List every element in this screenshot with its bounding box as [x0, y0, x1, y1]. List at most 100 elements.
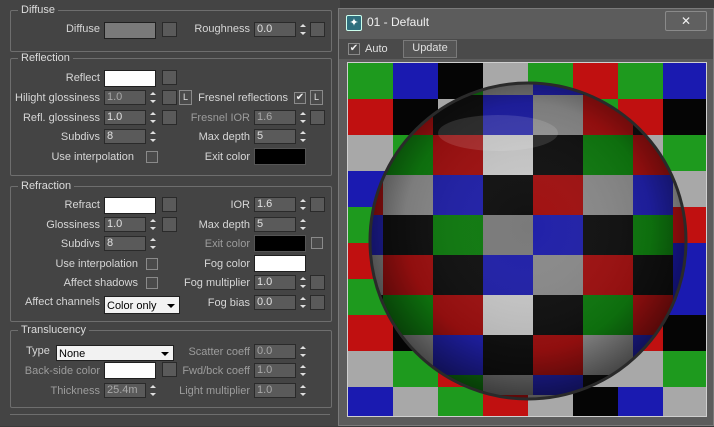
- glossiness-spinner[interactable]: 1.0: [104, 217, 157, 232]
- spinner-down-icon[interactable]: [149, 226, 156, 230]
- spinner-up-icon[interactable]: [299, 199, 306, 203]
- spinner-down-icon[interactable]: [299, 284, 306, 288]
- refract-color-swatch[interactable]: [104, 197, 156, 214]
- spinner-down-icon[interactable]: [149, 99, 156, 103]
- fresnel-ior-map-button[interactable]: [310, 110, 325, 125]
- spinner-arrows[interactable]: [298, 129, 307, 144]
- spinner-up-icon[interactable]: [149, 112, 156, 116]
- spinner-down-icon[interactable]: [299, 353, 306, 357]
- fog-color-swatch[interactable]: [254, 255, 306, 272]
- fresnel-lock-button[interactable]: L: [310, 90, 323, 105]
- spinner-up-icon[interactable]: [299, 297, 306, 301]
- refract-map-button[interactable]: [162, 197, 177, 212]
- refraction-use-interpolation-checkbox[interactable]: [146, 258, 158, 270]
- fresnel-ior-value[interactable]: 1.6: [254, 110, 296, 125]
- spinner-down-icon[interactable]: [299, 206, 306, 210]
- spinner-arrows[interactable]: [298, 110, 307, 125]
- hilight-glossiness-spinner[interactable]: 1.0: [104, 90, 157, 105]
- fog-bias-spinner[interactable]: 0.0: [254, 295, 307, 310]
- scatter-coeff-spinner[interactable]: 0.0: [254, 344, 307, 359]
- spinner-down-icon[interactable]: [149, 138, 156, 142]
- reflection-subdivs-value[interactable]: 8: [104, 129, 146, 144]
- spinner-arrows[interactable]: [298, 275, 307, 290]
- spinner-arrows[interactable]: [298, 363, 307, 378]
- refraction-max-depth-spinner[interactable]: 5: [254, 217, 307, 232]
- spinner-up-icon[interactable]: [299, 131, 306, 135]
- spinner-up-icon[interactable]: [149, 131, 156, 135]
- spinner-arrows[interactable]: [298, 344, 307, 359]
- preview-title-bar[interactable]: ✦ 01 - Default ✕: [339, 9, 713, 35]
- fog-bias-map-button[interactable]: [310, 295, 325, 310]
- spinner-up-icon[interactable]: [299, 112, 306, 116]
- spinner-down-icon[interactable]: [149, 392, 156, 396]
- spinner-down-icon[interactable]: [299, 392, 306, 396]
- ior-map-button[interactable]: [310, 197, 325, 212]
- spinner-down-icon[interactable]: [299, 372, 306, 376]
- spinner-down-icon[interactable]: [149, 245, 156, 249]
- spinner-up-icon[interactable]: [299, 365, 306, 369]
- refraction-subdivs-value[interactable]: 8: [104, 236, 146, 251]
- refraction-exit-color-swatch[interactable]: [254, 235, 306, 252]
- spinner-arrows[interactable]: [148, 90, 157, 105]
- reflection-max-depth-value[interactable]: 5: [254, 129, 296, 144]
- fresnel-ior-spinner[interactable]: 1.6: [254, 110, 307, 125]
- spinner-up-icon[interactable]: [299, 219, 306, 223]
- update-button[interactable]: Update: [403, 40, 457, 58]
- close-icon[interactable]: ✕: [681, 14, 691, 28]
- light-multiplier-value[interactable]: 1.0: [254, 383, 296, 398]
- reflection-max-depth-spinner[interactable]: 5: [254, 129, 307, 144]
- spinner-up-icon[interactable]: [299, 24, 306, 28]
- ior-value[interactable]: 1.6: [254, 197, 296, 212]
- spinner-arrows[interactable]: [298, 295, 307, 310]
- affect-channels-dropdown[interactable]: Color only: [104, 296, 180, 314]
- spinner-arrows[interactable]: [298, 217, 307, 232]
- roughness-spinner[interactable]: 0.0: [254, 22, 307, 37]
- spinner-down-icon[interactable]: [299, 119, 306, 123]
- spinner-down-icon[interactable]: [149, 119, 156, 123]
- fog-multiplier-map-button[interactable]: [310, 275, 325, 290]
- affect-shadows-checkbox[interactable]: [146, 277, 158, 289]
- refl-glossiness-map-button[interactable]: [162, 110, 177, 125]
- reflection-use-interpolation-checkbox[interactable]: [146, 151, 158, 163]
- spinner-up-icon[interactable]: [299, 385, 306, 389]
- spinner-arrows[interactable]: [298, 22, 307, 37]
- translucency-type-dropdown[interactable]: None: [56, 345, 174, 361]
- close-button[interactable]: ✕: [665, 11, 707, 31]
- auto-checkbox[interactable]: ✔: [348, 43, 360, 55]
- refl-glossiness-value[interactable]: 1.0: [104, 110, 146, 125]
- light-multiplier-spinner[interactable]: 1.0: [254, 383, 307, 398]
- spinner-down-icon[interactable]: [299, 138, 306, 142]
- fog-multiplier-value[interactable]: 1.0: [254, 275, 296, 290]
- glossiness-value[interactable]: 1.0: [104, 217, 146, 232]
- fog-bias-value[interactable]: 0.0: [254, 295, 296, 310]
- diffuse-color-swatch[interactable]: [104, 22, 156, 39]
- spinner-down-icon[interactable]: [299, 226, 306, 230]
- reflection-exit-color-swatch[interactable]: [254, 148, 306, 165]
- fwd-bck-coeff-value[interactable]: 1.0: [254, 363, 296, 378]
- spinner-up-icon[interactable]: [149, 92, 156, 96]
- reflect-map-button[interactable]: [162, 70, 177, 85]
- spinner-arrows[interactable]: [148, 129, 157, 144]
- spinner-arrows[interactable]: [148, 236, 157, 251]
- spinner-up-icon[interactable]: [299, 277, 306, 281]
- refl-glossiness-spinner[interactable]: 1.0: [104, 110, 157, 125]
- hilight-glossiness-map-button[interactable]: [162, 90, 177, 105]
- spinner-arrows[interactable]: [298, 383, 307, 398]
- hilight-glossiness-value[interactable]: 1.0: [104, 90, 146, 105]
- glossiness-map-button[interactable]: [162, 217, 177, 232]
- fwd-bck-coeff-spinner[interactable]: 1.0: [254, 363, 307, 378]
- refraction-subdivs-spinner[interactable]: 8: [104, 236, 157, 251]
- spinner-up-icon[interactable]: [149, 238, 156, 242]
- roughness-map-button[interactable]: [310, 22, 325, 37]
- fresnel-reflections-checkbox[interactable]: ✔: [294, 92, 306, 104]
- reflection-subdivs-spinner[interactable]: 8: [104, 129, 157, 144]
- spinner-arrows[interactable]: [148, 110, 157, 125]
- refraction-max-depth-value[interactable]: 5: [254, 217, 296, 232]
- spinner-up-icon[interactable]: [149, 219, 156, 223]
- spinner-up-icon[interactable]: [149, 385, 156, 389]
- thickness-value[interactable]: 25.4m: [104, 383, 146, 398]
- ior-spinner[interactable]: 1.6: [254, 197, 307, 212]
- spinner-arrows[interactable]: [148, 217, 157, 232]
- roughness-value[interactable]: 0.0: [254, 22, 296, 37]
- thickness-spinner[interactable]: 25.4m: [104, 383, 157, 398]
